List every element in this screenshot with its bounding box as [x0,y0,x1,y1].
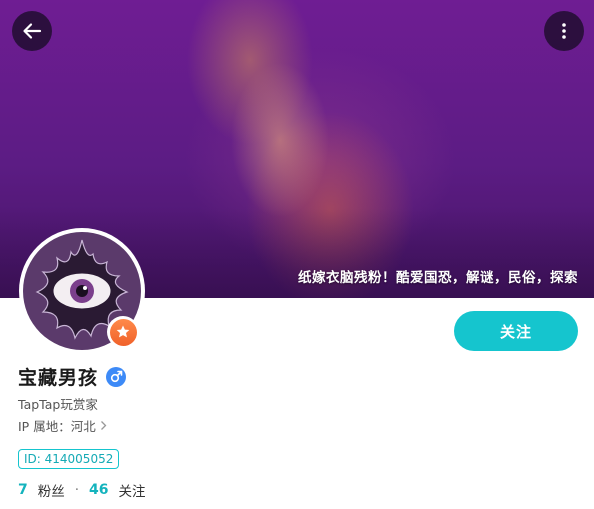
username: 宝藏男孩 [18,367,99,389]
name-row: 宝藏男孩 [18,363,127,390]
banner-bio-text: 纸嫁衣脑残粉！酷爱国恐，解谜，民俗，探索 [298,270,578,286]
male-icon [106,366,127,387]
ip-label: IP 属地： [18,419,71,434]
following-stat[interactable]: 46 关注 [89,480,145,500]
back-button[interactable] [12,11,52,51]
stats-row: 7 粉丝 · 46 关注 [18,480,146,500]
followers-count: 7 [18,482,28,498]
following-count: 46 [89,482,109,498]
user-role-label: TapTap玩赏家 [18,397,98,412]
arrow-left-icon [23,23,42,39]
more-options-button[interactable] [544,11,584,51]
chevron-right-icon [100,421,107,430]
followers-label: 粉丝 [37,484,65,500]
following-label: 关注 [118,484,146,500]
stats-separator: · [74,482,80,498]
ip-location-row[interactable]: IP 属地： 河北 [18,416,107,435]
follow-button[interactable]: 关注 [454,311,578,351]
followers-stat[interactable]: 7 粉丝 [18,480,65,500]
ip-value: 河北 [70,419,96,434]
more-vertical-icon [562,23,566,39]
star-badge-icon [107,316,139,348]
user-id-tag[interactable]: ID: 414005052 [18,449,120,469]
